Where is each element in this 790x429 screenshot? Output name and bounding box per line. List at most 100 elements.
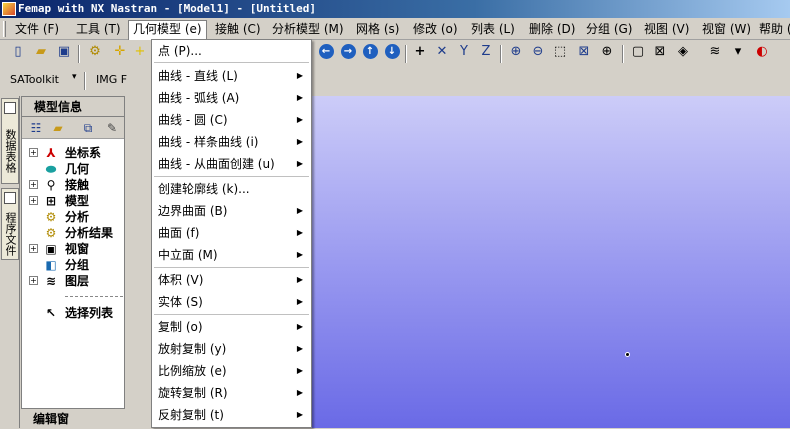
tree-item-groups[interactable]: ◧ 分组 [22, 257, 122, 273]
menu-separator [154, 62, 309, 63]
render-box-icon[interactable]: ▢ [628, 41, 648, 61]
menu-item-curve-from-surface[interactable]: 曲线 - 从曲面创建 (u) ▶ [152, 153, 311, 175]
zoom-out-icon[interactable]: ⊖ [528, 41, 548, 61]
expand-icon[interactable]: + [29, 276, 38, 285]
menu-item-copy[interactable]: 复制 (o) ▶ [152, 316, 311, 338]
submenu-arrow-icon: ▶ [296, 275, 303, 284]
tree-item-selection-list[interactable]: ↖ 选择列表 [22, 305, 122, 321]
toolbar-separator [500, 45, 502, 63]
menu-group[interactable]: 分组 (G) [582, 21, 636, 38]
autoscale-icon[interactable]: ⊠ [574, 41, 594, 61]
menu-item-curve-arc[interactable]: 曲线 - 弧线 (A) ▶ [152, 87, 311, 109]
zoom-in-icon[interactable]: ⊕ [506, 41, 526, 61]
solid-view-icon[interactable]: ◈ [673, 41, 693, 61]
arrow-left-icon[interactable]: ← [316, 41, 336, 61]
submenu-arrow-icon: ▶ [296, 137, 303, 146]
open-folder-icon[interactable]: ▰ [31, 41, 51, 61]
arrow-down-icon[interactable]: ↓ [382, 41, 402, 61]
center-icon[interactable]: ⊕ [597, 41, 617, 61]
wireframe-icon[interactable]: ⊠ [650, 41, 670, 61]
menu-modify[interactable]: 修改 (o) [409, 21, 462, 38]
z-axis-icon[interactable]: Z [476, 41, 496, 61]
axes-icon: ⅄ [46, 146, 56, 160]
submenu-arrow-icon: ▶ [296, 71, 303, 80]
model-info-title: 模型信息 [22, 97, 124, 117]
img-toolbar-button[interactable]: IMG F [96, 73, 127, 86]
expand-icon[interactable]: + [29, 180, 38, 189]
save-icon[interactable]: ▣ [54, 41, 74, 61]
menu-file[interactable]: 文件 (F) [11, 21, 63, 38]
menu-window[interactable]: 视窗 (W) [698, 21, 755, 38]
submenu-arrow-icon: ▶ [296, 322, 303, 331]
menu-item-solid[interactable]: 实体 (S) ▶ [152, 291, 311, 313]
tree-options-icon[interactable]: ☷ [26, 118, 46, 138]
menu-item-scale[interactable]: 比例缩放 (e) ▶ [152, 360, 311, 382]
arrow-right-icon[interactable]: → [338, 41, 358, 61]
tree-item-layers[interactable]: + ≋ 图层 [22, 273, 122, 289]
new-file-icon[interactable]: ▯ [8, 41, 28, 61]
tree-edit-icon[interactable]: ✎ [102, 118, 122, 138]
window-icon: ▣ [45, 242, 57, 256]
x-axis-icon[interactable]: ✕ [432, 41, 452, 61]
menu-tools[interactable]: 工具 (T) [72, 21, 125, 38]
menu-item-rotate-copy[interactable]: 旋转复制 (R) ▶ [152, 382, 311, 404]
layers-icon: ≋ [45, 274, 57, 288]
arrow-up-icon[interactable]: ↑ [360, 41, 380, 61]
plus-cross-icon[interactable]: + [410, 41, 430, 61]
submenu-arrow-icon: ▶ [296, 410, 303, 419]
point-tool-icon[interactable]: ✛ [110, 41, 130, 61]
tree-item-analysis[interactable]: ⚙ 分析 [22, 209, 122, 225]
tree-item-geometry[interactable]: ⬬ 几何 [22, 161, 122, 177]
tree-item-contact[interactable]: + ⚲ 接触 [22, 177, 122, 193]
tab-program-files[interactable]: 程序文件 [1, 188, 19, 260]
toolbar-dropdown-icon[interactable]: ▾ [728, 41, 748, 61]
expand-icon[interactable]: + [29, 244, 38, 253]
color-tool-icon[interactable]: ◐ [752, 41, 772, 61]
tab-data-table[interactable]: 数据表格 [1, 98, 19, 184]
expand-icon[interactable]: + [29, 196, 38, 205]
tree-folder-icon[interactable]: ▰ [48, 118, 68, 138]
expand-icon[interactable]: + [29, 148, 38, 157]
menu-item-radial-copy[interactable]: 放射复制 (y) ▶ [152, 338, 311, 360]
submenu-arrow-icon: ▶ [296, 159, 303, 168]
y-axis-icon[interactable]: Y [454, 41, 474, 61]
gear-tool-icon[interactable]: ⚙ [85, 41, 105, 61]
menu-item-volume[interactable]: 体积 (V) ▶ [152, 269, 311, 291]
cursor-icon: ↖ [45, 306, 57, 320]
menu-item-create-contour[interactable]: 创建轮廓线 (k)... [152, 178, 311, 200]
menu-view[interactable]: 视图 (V) [640, 21, 693, 38]
tree-item-views[interactable]: + ▣ 视窗 [22, 241, 122, 257]
layers-tool-icon[interactable]: ≋ [705, 41, 725, 61]
tree-copy-icon[interactable]: ⧉ [78, 118, 98, 138]
zoom-box-icon[interactable]: ⬚ [550, 41, 570, 61]
menubar-grip-handle[interactable] [3, 21, 6, 37]
menu-item-boundary-surface[interactable]: 边界曲面 (B) ▶ [152, 200, 311, 222]
menu-item-curve-line[interactable]: 曲线 - 直线 (L) ▶ [152, 65, 311, 87]
submenu-arrow-icon: ▶ [296, 344, 303, 353]
menu-help[interactable]: 帮助 (H) [755, 21, 790, 38]
menu-list[interactable]: 列表 (L) [467, 21, 519, 38]
tree-item-results[interactable]: ⚙ 分析结果 [22, 225, 122, 241]
menu-delete[interactable]: 删除 (D) [525, 21, 579, 38]
menu-item-curve-circle[interactable]: 曲线 - 圆 (C) ▶ [152, 109, 311, 131]
tree-item-model[interactable]: + ⊞ 模型 [22, 193, 122, 209]
origin-point-marker [625, 352, 630, 357]
menu-contact[interactable]: 接触 (C) [211, 21, 265, 38]
satoolkit-dropdown-icon[interactable]: ▾ [72, 72, 77, 82]
menu-item-midsurface[interactable]: 中立面 (M) ▶ [152, 244, 311, 266]
menu-item-curve-spline[interactable]: 曲线 - 样条曲线 (i) ▶ [152, 131, 311, 153]
tree-item-csys[interactable]: + ⅄ 坐标系 [22, 145, 122, 161]
graphics-viewport[interactable] [312, 96, 790, 428]
cylinder-icon: ⬬ [45, 162, 57, 176]
menu-geometry[interactable]: 几何模型 (e) [128, 20, 207, 40]
menu-item-surface[interactable]: 曲面 (f) ▶ [152, 222, 311, 244]
submenu-arrow-icon: ▶ [296, 228, 303, 237]
plus-tool-icon[interactable]: + [130, 41, 150, 61]
submenu-arrow-icon: ▶ [296, 388, 303, 397]
satoolkit-button[interactable]: SAToolkit [10, 73, 59, 86]
menu-mesh[interactable]: 网格 (s) [352, 21, 403, 38]
menu-item-point[interactable]: 点 (P)... [152, 40, 311, 62]
menu-item-reflect-copy[interactable]: 反射复制 (t) ▶ [152, 404, 311, 426]
menu-analysis-model[interactable]: 分析模型 (M) [268, 21, 348, 38]
submenu-arrow-icon: ▶ [296, 93, 303, 102]
